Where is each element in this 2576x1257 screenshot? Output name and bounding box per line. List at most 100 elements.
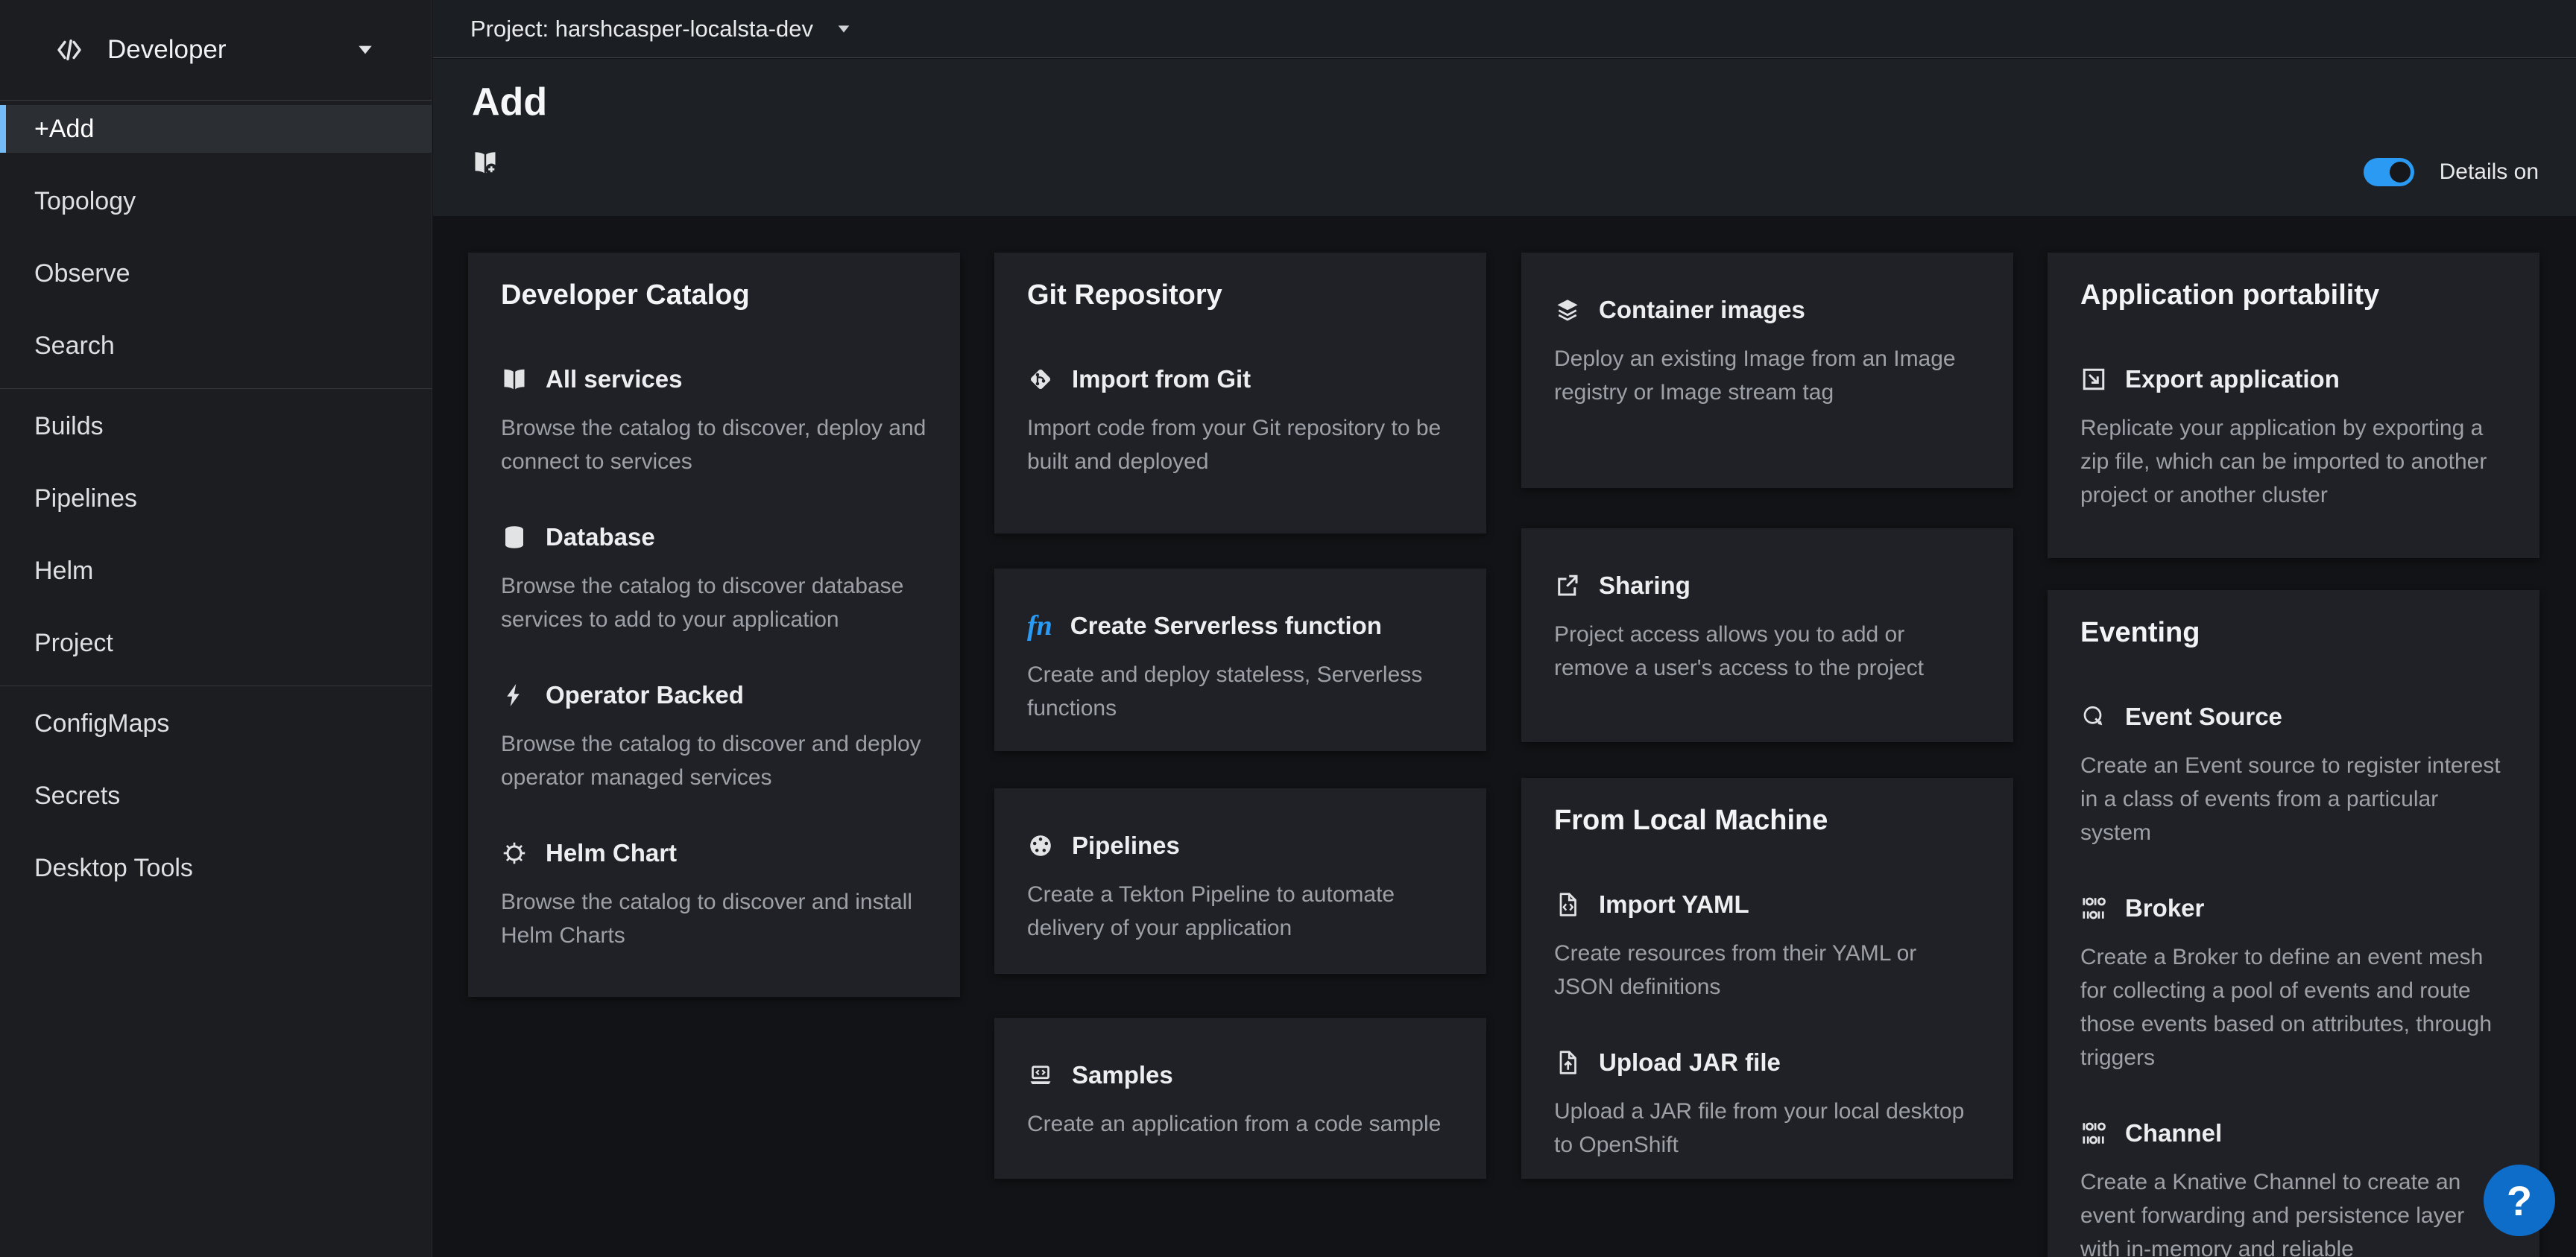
card-container-images: Container images Deploy an existing Image… — [1521, 253, 2013, 488]
add-item-label: Container images — [1599, 296, 1805, 324]
sidebar-item-topology[interactable]: Topology — [0, 177, 432, 225]
card-eventing: Eventing Event SourceCreate an Event sour… — [2048, 590, 2539, 1257]
file-code-icon — [1554, 891, 1581, 918]
sidebar-item-desktop-tools[interactable]: Desktop Tools — [0, 844, 432, 892]
project-selector[interactable]: Project: harshcasper-localsta-dev — [470, 16, 852, 42]
details-toggle-label: Details on — [2440, 159, 2539, 185]
broker-icon — [2080, 895, 2107, 922]
perspective-switcher[interactable]: Developer — [0, 0, 432, 101]
database-icon — [501, 524, 528, 551]
add-item-samples[interactable]: Samples Create an application from a code… — [1027, 1061, 1453, 1141]
add-item-label: Import from Git — [1072, 365, 1251, 393]
sidebar-item-search[interactable]: Search — [0, 322, 432, 370]
add-item-database[interactable]: Database Browse the catalog to discover d… — [501, 523, 927, 636]
add-item-description: Browse the catalog to discover, deploy a… — [501, 411, 927, 478]
add-item-head: All services — [501, 365, 927, 393]
add-item-pipelines[interactable]: PipelinesCreate a Tekton Pipeline to aut… — [1027, 832, 1453, 945]
add-item-label: All services — [546, 365, 682, 393]
card-title: Developer Catalog — [501, 279, 927, 311]
add-item-sharing[interactable]: Sharing Project access allows you to add … — [1554, 571, 1980, 685]
add-item-label: Upload JAR file — [1599, 1048, 1781, 1077]
add-item-label: Broker — [2125, 894, 2204, 922]
add-item-label: Export application — [2125, 365, 2340, 393]
fn-icon: fn — [1027, 612, 1052, 640]
add-item-description: Create a Broker to define an event mesh … — [2080, 940, 2507, 1074]
card-create-serverless-function: fnCreate Serverless functionCreate and d… — [994, 569, 1486, 751]
channel-icon — [2080, 1120, 2107, 1147]
add-item-description: Create an application from a code sample — [1027, 1107, 1453, 1141]
nav-section-divider — [0, 388, 432, 389]
sidebar-item-builds[interactable]: Builds — [0, 402, 432, 450]
quick-starts-button[interactable] — [472, 141, 499, 184]
page-title: Add — [472, 80, 547, 124]
details-toggle[interactable] — [2364, 158, 2414, 186]
add-item-label: Create Serverless function — [1070, 612, 1382, 640]
sidebar-item-add[interactable]: +Add — [0, 105, 432, 153]
add-item-head: Operator Backed — [501, 681, 927, 709]
add-item-label: Database — [546, 523, 655, 551]
card-pipelines: PipelinesCreate a Tekton Pipeline to aut… — [994, 788, 1486, 974]
add-item-description: Create a Tekton Pipeline to automate del… — [1027, 878, 1453, 945]
card-title: Application portability — [2080, 279, 2507, 311]
add-item-create-serverless-function[interactable]: fnCreate Serverless functionCreate and d… — [1027, 612, 1453, 725]
sidebar-item-pipelines[interactable]: Pipelines — [0, 475, 432, 522]
add-item-label: Import YAML — [1599, 890, 1749, 919]
add-item-export-application[interactable]: Export application Replicate your applica… — [2080, 365, 2507, 512]
add-item-description: Replicate your application by exporting … — [2080, 411, 2507, 512]
add-item-channel[interactable]: ChannelCreate a Knative Channel to creat… — [2080, 1119, 2507, 1257]
add-item-head: Samples — [1027, 1061, 1453, 1089]
add-item-head: Upload JAR file — [1554, 1048, 1980, 1077]
code-icon — [54, 34, 85, 66]
add-item-head: fn Create Serverless function — [1027, 612, 1453, 640]
add-item-description: Create an Event source to register inter… — [2080, 749, 2507, 849]
toggle-knob — [2390, 162, 2411, 183]
add-item-label: Channel — [2125, 1119, 2222, 1147]
add-item-upload-jar-file[interactable]: Upload JAR fileUpload a JAR file from yo… — [1554, 1048, 1980, 1162]
card-developer-catalog: Developer Catalog All services Browse the … — [468, 253, 960, 997]
add-item-event-source[interactable]: Event SourceCreate an Event source to re… — [2080, 703, 2507, 849]
add-item-description: Create resources from their YAML or JSON… — [1554, 937, 1980, 1004]
add-item-head: Helm Chart — [501, 839, 927, 867]
sidebar-item-observe[interactable]: Observe — [0, 250, 432, 297]
sidebar-item-secrets[interactable]: Secrets — [0, 772, 432, 820]
add-item-label: Sharing — [1599, 571, 1690, 600]
add-item-import-from-git[interactable]: Import from GitImport code from your Git… — [1027, 365, 1453, 478]
pipelines-icon — [1027, 832, 1054, 859]
sidebar-item-label: +Add — [34, 115, 94, 144]
add-item-label: Samples — [1072, 1061, 1173, 1089]
file-upload-icon — [1554, 1049, 1581, 1076]
card-from-local-machine: From Local MachineImport YAMLCreate reso… — [1521, 778, 2013, 1179]
add-item-description: Project access allows you to add or remo… — [1554, 618, 1980, 685]
card-application-portability: Application portability Export applicatio… — [2048, 253, 2539, 558]
sidebar-item-label: Secrets — [34, 782, 120, 811]
add-item-head: Import from Git — [1027, 365, 1453, 393]
add-item-all-services[interactable]: All services Browse the catalog to discov… — [501, 365, 927, 478]
help-button[interactable]: ? — [2484, 1165, 2555, 1236]
add-item-operator-backed[interactable]: Operator Backed Browse the catalog to dis… — [501, 681, 927, 794]
add-item-head: Container images — [1554, 296, 1980, 324]
card-title: Git Repository — [1027, 279, 1453, 311]
bolt-icon — [501, 682, 528, 709]
sidebar: Developer +Add Topology Observe Search Build… — [0, 0, 432, 1257]
add-item-broker[interactable]: Broker Create a Broker to define an event… — [2080, 894, 2507, 1074]
share-icon — [1554, 572, 1581, 599]
add-item-container-images[interactable]: Container images Deploy an existing Image… — [1554, 296, 1980, 409]
caret-down-icon — [356, 40, 375, 60]
add-item-helm-chart[interactable]: Helm Chart Browse the catalog to discover… — [501, 839, 927, 952]
sidebar-item-configmaps[interactable]: ConfigMaps — [0, 700, 432, 747]
add-item-import-yaml[interactable]: Import YAML Create resources from their Y… — [1554, 890, 1980, 1004]
add-item-head: Export application — [2080, 365, 2507, 393]
card-git-repository: Git Repository Import from GitImport code… — [994, 253, 1486, 533]
sidebar-item-helm[interactable]: Helm — [0, 547, 432, 595]
sidebar-item-label: Pipelines — [34, 484, 137, 513]
sidebar-nav: +Add Topology Observe Search Builds Pipelines… — [0, 101, 432, 892]
caret-down-icon — [836, 21, 852, 37]
project-selector-label: Project: harshcasper-localsta-dev — [470, 16, 813, 42]
card-title: Eventing — [2080, 617, 2507, 649]
add-item-description: Browse the catalog to discover and deplo… — [501, 727, 927, 794]
add-item-description: Deploy an existing Image from an Image r… — [1554, 342, 1980, 409]
add-item-description: Browse the catalog to discover database … — [501, 569, 927, 636]
sidebar-item-label: Observe — [34, 259, 130, 288]
add-item-description: Browse the catalog to discover and insta… — [501, 885, 927, 952]
sidebar-item-project[interactable]: Project — [0, 619, 432, 667]
